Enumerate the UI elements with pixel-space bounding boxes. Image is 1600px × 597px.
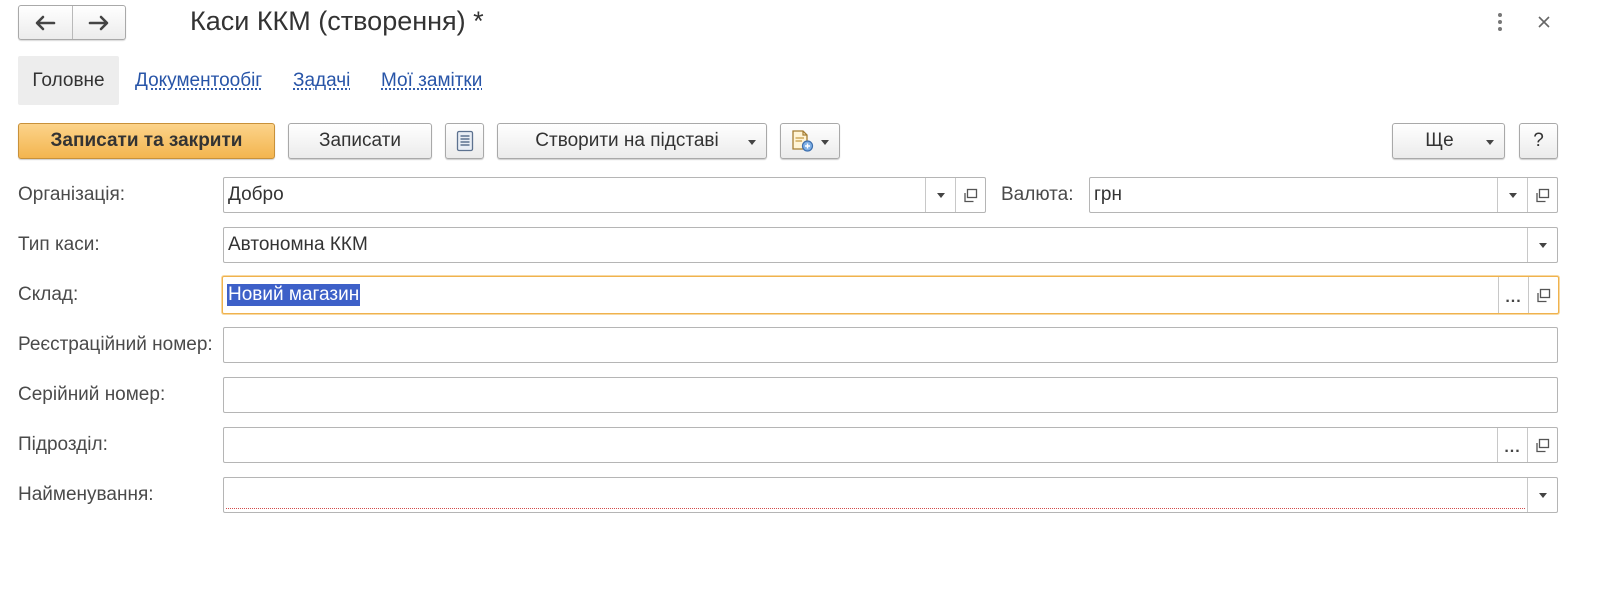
reg-number-field[interactable] <box>223 327 1558 363</box>
save-button[interactable]: Записати <box>288 123 432 159</box>
ellipsis-icon: ... <box>1505 289 1522 306</box>
currency-open-button[interactable] <box>1527 178 1557 212</box>
help-label: ? <box>1533 130 1544 151</box>
forward-button[interactable] <box>71 6 126 39</box>
open-window-icon <box>1537 288 1551 302</box>
open-window-icon <box>964 188 978 202</box>
arrow-right-icon <box>88 15 109 30</box>
cash-type-field[interactable]: Автономна ККМ <box>223 227 1558 263</box>
name-dropdown-button[interactable] <box>1527 478 1557 512</box>
journal-button[interactable] <box>445 123 484 159</box>
department-label: Підрозділ: <box>18 434 108 455</box>
report-icon <box>792 130 814 152</box>
name-label: Найменування: <box>18 484 154 505</box>
more-actions-label: Ще <box>1425 130 1454 151</box>
chevron-down-icon <box>1538 242 1547 248</box>
currency-value: грн <box>1094 184 1122 205</box>
more-vertical-icon[interactable] <box>1490 10 1510 34</box>
organization-field[interactable]: Добро <box>223 177 986 213</box>
save-and-close-label: Записати та закрити <box>50 130 243 151</box>
page-title: Каси ККМ (створення) * <box>190 6 484 36</box>
tab-my-notes[interactable]: Мої замітки <box>381 70 482 92</box>
help-button[interactable]: ? <box>1519 123 1558 159</box>
chevron-down-icon <box>748 140 756 145</box>
tab-main[interactable]: Головне <box>18 56 119 105</box>
document-list-icon <box>456 130 473 152</box>
warehouse-label: Склад: <box>18 284 79 305</box>
serial-number-field[interactable] <box>223 377 1558 413</box>
chevron-down-icon <box>936 192 945 198</box>
warehouse-value: Новий магазин <box>227 284 361 306</box>
serial-number-label: Серійний номер: <box>18 384 166 405</box>
more-actions-button[interactable]: Ще <box>1392 123 1505 159</box>
currency-label: Валюта: <box>1001 184 1074 205</box>
cash-type-dropdown-button[interactable] <box>1527 228 1557 262</box>
arrow-left-icon <box>35 15 56 30</box>
currency-field[interactable]: грн <box>1089 177 1558 213</box>
tab-document-flow[interactable]: Документообіг <box>135 70 262 92</box>
organization-dropdown-button[interactable] <box>925 178 955 212</box>
required-field-marker <box>226 508 1525 509</box>
close-icon[interactable] <box>1533 10 1555 34</box>
print-menu-button[interactable] <box>780 123 840 159</box>
back-button[interactable] <box>19 6 72 39</box>
chevron-down-icon <box>821 140 829 145</box>
chevron-down-icon <box>1486 140 1494 145</box>
ellipsis-icon: ... <box>1504 439 1521 456</box>
name-field[interactable] <box>223 477 1558 513</box>
cash-type-label: Тип каси: <box>18 234 100 255</box>
cash-type-value: Автономна ККМ <box>228 234 368 255</box>
warehouse-open-button[interactable] <box>1528 277 1558 313</box>
reg-number-label: Реєстраційний номер: <box>18 334 213 355</box>
chevron-down-icon <box>1508 192 1517 198</box>
warehouse-select-button[interactable]: ... <box>1498 277 1528 313</box>
department-select-button[interactable]: ... <box>1497 428 1527 462</box>
open-window-icon <box>1536 438 1550 452</box>
warehouse-field[interactable]: Новий магазин ... <box>222 276 1559 314</box>
chevron-down-icon <box>1538 492 1547 498</box>
currency-dropdown-button[interactable] <box>1497 178 1527 212</box>
department-open-button[interactable] <box>1527 428 1557 462</box>
open-window-icon <box>1536 188 1550 202</box>
save-label: Записати <box>319 130 401 151</box>
create-based-on-button[interactable]: Створити на підставі <box>497 123 767 159</box>
organization-value: Добро <box>228 184 284 205</box>
save-and-close-button[interactable]: Записати та закрити <box>18 123 275 159</box>
tab-tasks[interactable]: Задачі <box>293 70 350 92</box>
organization-label: Організація: <box>18 184 126 205</box>
create-based-on-label: Створити на підставі <box>535 130 719 151</box>
department-field[interactable]: ... <box>223 427 1558 463</box>
navigation-buttons <box>18 5 126 40</box>
organization-open-button[interactable] <box>955 178 985 212</box>
